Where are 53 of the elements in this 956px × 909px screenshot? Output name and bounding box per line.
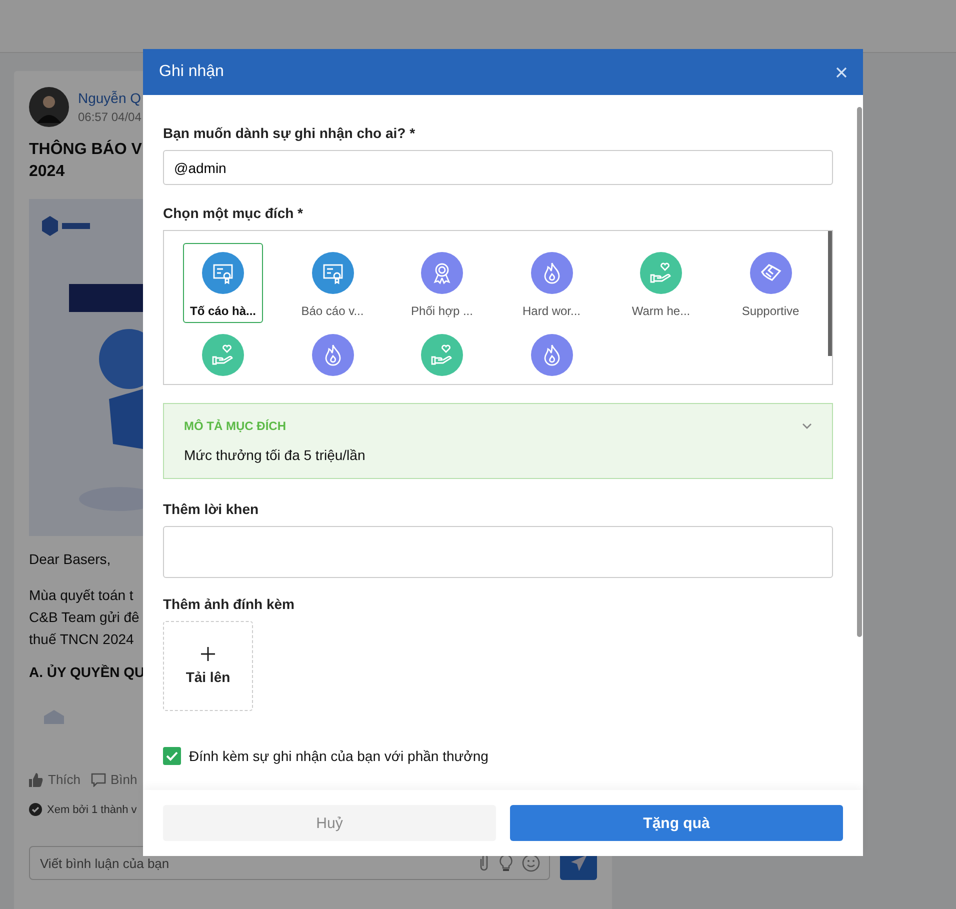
field-label: Thêm ảnh đính kèm [163, 596, 294, 612]
purpose-label: Warm he... [632, 304, 690, 318]
flame-icon [530, 252, 572, 294]
certificate-icon [202, 252, 244, 294]
author-name[interactable]: Nguyễn Q [78, 90, 142, 106]
field-label: Bạn muốn dành sự ghi nhận cho ai? * [163, 125, 416, 141]
dialog-title: Ghi nhận [159, 63, 224, 81]
avatar [29, 87, 69, 127]
purpose-option[interactable]: Báo cáo v... [292, 243, 372, 323]
checkbox[interactable] [163, 747, 181, 765]
purpose-option[interactable]: Tố cáo hà... [183, 243, 263, 323]
lightbulb-icon[interactable] [498, 854, 514, 872]
heart-hand-icon [202, 334, 244, 376]
close-icon[interactable] [836, 66, 847, 78]
certificate-icon [312, 252, 354, 294]
logo-icon [44, 710, 64, 724]
post-paragraph: Dear Basers, [29, 550, 111, 569]
medal-icon [421, 252, 463, 294]
smiley-icon[interactable] [522, 854, 540, 872]
description-title: MÔ TẢ MỤC ĐÍCH [184, 419, 286, 433]
paperclip-icon[interactable] [478, 854, 490, 872]
description-text: Mức thưởng tối đa 5 triệu/lần [184, 447, 366, 463]
post-title: THÔNG BÁO V [29, 139, 142, 160]
thumbs-up-icon [29, 772, 43, 786]
recipient-field[interactable]: @admin [163, 150, 833, 185]
purpose-label: Supportive [742, 304, 800, 318]
post-time: 06:57 04/04 [78, 110, 142, 124]
heart-hand-icon [421, 334, 463, 376]
handshake-icon [750, 252, 792, 294]
praise-field[interactable] [163, 526, 833, 578]
post-paragraph: Mùa quyết toán t C&B Team gửi đê thuế TNCN 2024 [29, 586, 140, 649]
purpose-label: Báo cáo v... [301, 304, 364, 318]
check-circle-icon [29, 803, 42, 816]
checkbox-label: Đính kèm sự ghi nhận của bạn với phần thưởng [189, 748, 488, 764]
purpose-label: Tố cáo hà... [190, 304, 256, 318]
plus-icon [201, 647, 215, 661]
seen-count: Xem bởi 1 thành v [47, 804, 137, 816]
purpose-option[interactable]: Hard wor... [512, 243, 592, 323]
purpose-option[interactable]: Warm he... [621, 243, 701, 323]
purpose-label: Phối hợp ... [411, 304, 473, 318]
chevron-icon[interactable] [802, 423, 812, 429]
purpose-label: Hard wor... [522, 304, 581, 318]
flame-icon [312, 334, 354, 376]
post-title: 2024 [29, 162, 65, 182]
field-label: Thêm lời khen [163, 501, 259, 517]
gift-button[interactable]: Tặng quà [510, 805, 843, 841]
comment-icon [90, 772, 106, 786]
upload-button[interactable]: Tải lên [163, 621, 253, 711]
purpose-option[interactable]: Phối hợp ... [402, 243, 482, 323]
field-label: Chọn một mục đích * [163, 205, 303, 221]
heart-hand-icon [640, 252, 682, 294]
purpose-option[interactable]: Supportive [730, 243, 810, 323]
flame-icon [530, 334, 572, 376]
